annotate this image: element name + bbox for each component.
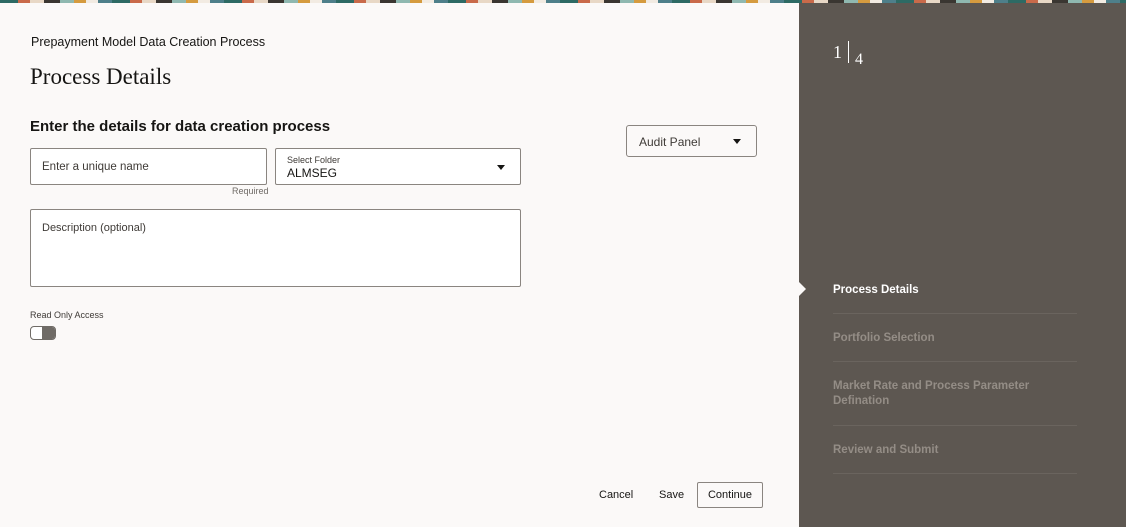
section-title: Enter the details for data creation proc… [30, 118, 331, 135]
audit-panel-button[interactable]: Audit Panel [626, 125, 757, 157]
description-input[interactable] [31, 210, 520, 286]
required-helper: Required [232, 186, 269, 196]
folder-select-value: ALMSEG [287, 166, 338, 180]
audit-panel-label: Audit Panel [639, 135, 701, 149]
total-steps-number: 4 [855, 51, 863, 68]
current-step-number: 1 [833, 42, 842, 62]
toggle-knob [42, 327, 55, 339]
train-step-portfolio-selection[interactable]: Portfolio Selection [833, 314, 1077, 362]
folder-select[interactable]: Select Folder ALMSEG [275, 148, 521, 185]
save-button[interactable]: Save [659, 489, 684, 501]
chevron-down-icon [733, 139, 741, 144]
process-subtitle: Prepayment Model Data Creation Process [31, 35, 266, 49]
train-step-label: Market Rate and Process Parameter Defina… [833, 380, 1030, 407]
train-step-label: Process Details [833, 284, 919, 296]
folder-select-label: Select Folder [287, 155, 341, 165]
train-step-process-details[interactable]: Process Details [833, 270, 1077, 314]
continue-button[interactable]: Continue [697, 482, 763, 508]
page-title: Process Details [30, 64, 172, 89]
train-step-label: Review and Submit [833, 444, 939, 456]
train-step-market-rate[interactable]: Market Rate and Process Parameter Defina… [833, 362, 1077, 426]
train-step-label: Portfolio Selection [833, 332, 935, 344]
description-field[interactable] [30, 209, 521, 287]
train-step-review-submit[interactable]: Review and Submit [833, 426, 1077, 474]
name-input[interactable] [31, 149, 266, 184]
active-step-pointer-icon [799, 282, 806, 296]
chevron-down-icon [497, 165, 505, 170]
name-field[interactable] [30, 148, 267, 185]
train-steps: Process Details Portfolio Selection Mark… [833, 270, 1077, 474]
step-divider [848, 41, 849, 63]
read-only-toggle[interactable] [30, 326, 56, 340]
cancel-button[interactable]: Cancel [599, 489, 633, 501]
read-only-label: Read Only Access [30, 310, 104, 320]
